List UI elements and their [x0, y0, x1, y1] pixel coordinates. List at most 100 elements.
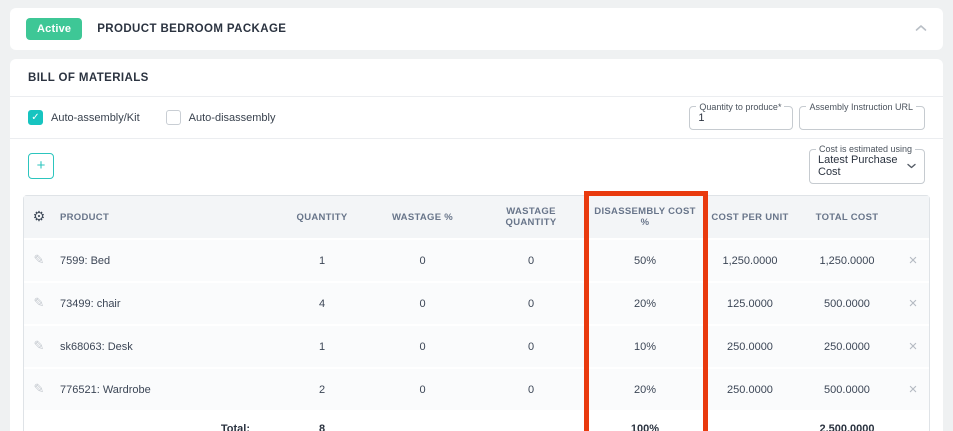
page-title: PRODUCT BEDROOM PACKAGE — [97, 23, 286, 35]
fields-group: Quantity to produce* Assembly Instructio… — [689, 106, 925, 130]
assembly-options-row: ✓ Auto-assembly/Kit ✓ Auto-disassembly Q… — [10, 97, 943, 139]
add-item-button[interactable]: + — [28, 153, 54, 179]
close-icon: × — [909, 381, 918, 398]
cost-estimated-using-field: Cost is estimated using Latest Purchase … — [809, 144, 925, 184]
edit-row-button[interactable]: ✎ — [24, 282, 54, 325]
cell-disassembly-cost: 50% — [587, 239, 703, 282]
quantity-to-produce-field: Quantity to produce* — [689, 102, 793, 130]
quantity-to-produce-input[interactable] — [698, 112, 784, 126]
cost-estimated-using-label: Cost is estimated using — [816, 144, 915, 154]
gear-icon: ⚙ — [33, 209, 46, 225]
chevron-down-icon — [907, 163, 916, 169]
total-quantity: 8 — [274, 411, 370, 431]
product-status-card: Active PRODUCT BEDROOM PACKAGE — [10, 8, 943, 50]
remove-row-button[interactable]: × — [897, 282, 929, 325]
collapse-panel-button[interactable] — [915, 23, 927, 35]
cell-wastage-pct: 0 — [370, 368, 475, 411]
cell-total-cost: 1,250.0000 — [797, 239, 897, 282]
cell-wastage-pct: 0 — [370, 282, 475, 325]
bom-table-wrap: ⚙ PRODUCT QUANTITY WASTAGE % WASTAGE QUA… — [23, 195, 930, 431]
col-actions — [897, 196, 929, 239]
col-wastage-quantity: WASTAGE QUANTITY — [475, 196, 587, 239]
close-icon: × — [909, 252, 918, 269]
table-row: ✎ 73499: chair 4 0 0 20% 125.0000 500.00… — [24, 282, 929, 325]
cell-cost-per-unit: 250.0000 — [703, 325, 797, 368]
checkbox-icon: ✓ — [166, 110, 181, 125]
col-total-cost: TOTAL COST — [797, 196, 897, 239]
pencil-icon: ✎ — [34, 296, 45, 311]
close-icon: × — [909, 338, 918, 355]
cell-quantity: 2 — [274, 368, 370, 411]
col-wastage-pct: WASTAGE % — [370, 196, 475, 239]
cell-product: sk68063: Desk — [54, 325, 274, 368]
cell-wastage-qty: 0 — [475, 239, 587, 282]
total-label: Total: — [54, 411, 274, 431]
section-title: BILL OF MATERIALS — [28, 72, 149, 84]
cell-empty — [703, 411, 797, 431]
section-title-row: BILL OF MATERIALS — [10, 59, 943, 97]
cell-cost-per-unit: 125.0000 — [703, 282, 797, 325]
cell-empty — [897, 411, 929, 431]
cell-empty — [475, 411, 587, 431]
assembly-instruction-url-input[interactable] — [808, 112, 916, 126]
cell-product: 776521: Wardrobe — [54, 368, 274, 411]
cell-cost-per-unit: 1,250.0000 — [703, 239, 797, 282]
cell-total-cost: 500.0000 — [797, 282, 897, 325]
pencil-icon: ✎ — [34, 382, 45, 397]
cell-cost-per-unit: 250.0000 — [703, 368, 797, 411]
cell-total-cost: 250.0000 — [797, 325, 897, 368]
table-row: ✎ 7599: Bed 1 0 0 50% 1,250.0000 1,250.0… — [24, 239, 929, 282]
col-cost-per-unit: COST PER UNIT — [703, 196, 797, 239]
cell-disassembly-cost: 20% — [587, 282, 703, 325]
cell-empty — [24, 411, 54, 431]
col-quantity: QUANTITY — [274, 196, 370, 239]
pencil-icon: ✎ — [34, 339, 45, 354]
edit-row-button[interactable]: ✎ — [24, 368, 54, 411]
cell-wastage-qty: 0 — [475, 325, 587, 368]
cell-quantity: 1 — [274, 325, 370, 368]
selected-option: Latest Purchase Cost — [818, 154, 901, 178]
cell-quantity: 1 — [274, 239, 370, 282]
cell-wastage-qty: 0 — [475, 368, 587, 411]
cell-empty — [370, 411, 475, 431]
cell-product: 73499: chair — [54, 282, 274, 325]
checkbox-label: Auto-disassembly — [189, 112, 276, 124]
checkbox-group: ✓ Auto-assembly/Kit ✓ Auto-disassembly — [28, 110, 275, 125]
remove-row-button[interactable]: × — [897, 368, 929, 411]
close-icon: × — [909, 295, 918, 312]
bom-table: ⚙ PRODUCT QUANTITY WASTAGE % WASTAGE QUA… — [24, 196, 929, 431]
remove-row-button[interactable]: × — [897, 239, 929, 282]
col-disassembly-cost: DISASSEMBLY COST % — [587, 196, 703, 239]
cell-wastage-pct: 0 — [370, 325, 475, 368]
bill-of-materials-card: BILL OF MATERIALS ✓ Auto-assembly/Kit ✓ … — [10, 59, 943, 431]
col-product: PRODUCT — [54, 196, 274, 239]
chevron-up-icon — [915, 23, 927, 35]
pencil-icon: ✎ — [34, 253, 45, 268]
cell-product: 7599: Bed — [54, 239, 274, 282]
table-toolbar-row: + Cost is estimated using Latest Purchas… — [10, 139, 943, 192]
checkbox-label: Auto-assembly/Kit — [51, 112, 140, 124]
assembly-instruction-url-label: Assembly Instruction URL — [806, 102, 916, 112]
edit-row-button[interactable]: ✎ — [24, 239, 54, 282]
cell-wastage-qty: 0 — [475, 282, 587, 325]
total-disassembly-cost: 100% — [587, 411, 703, 431]
edit-row-button[interactable]: ✎ — [24, 325, 54, 368]
assembly-instruction-url-field: Assembly Instruction URL — [799, 102, 925, 130]
auto-disassembly-checkbox[interactable]: ✓ Auto-disassembly — [166, 110, 276, 125]
checkbox-icon: ✓ — [28, 110, 43, 125]
table-header-row: ⚙ PRODUCT QUANTITY WASTAGE % WASTAGE QUA… — [24, 196, 929, 239]
table-total-row: Total: 8 100% 2,500.0000 — [24, 411, 929, 431]
table-row: ✎ 776521: Wardrobe 2 0 0 20% 250.0000 50… — [24, 368, 929, 411]
cost-estimate-group: Cost is estimated using Latest Purchase … — [809, 148, 925, 184]
status-badge: Active — [26, 18, 82, 40]
column-settings-button[interactable]: ⚙ — [24, 196, 54, 239]
cell-quantity: 4 — [274, 282, 370, 325]
cell-disassembly-cost: 20% — [587, 368, 703, 411]
remove-row-button[interactable]: × — [897, 325, 929, 368]
auto-assembly-checkbox[interactable]: ✓ Auto-assembly/Kit — [28, 110, 140, 125]
cost-estimated-using-select[interactable]: Latest Purchase Cost — [818, 154, 916, 180]
total-cost: 2,500.0000 — [797, 411, 897, 431]
cell-wastage-pct: 0 — [370, 239, 475, 282]
cell-total-cost: 500.0000 — [797, 368, 897, 411]
cell-disassembly-cost: 10% — [587, 325, 703, 368]
